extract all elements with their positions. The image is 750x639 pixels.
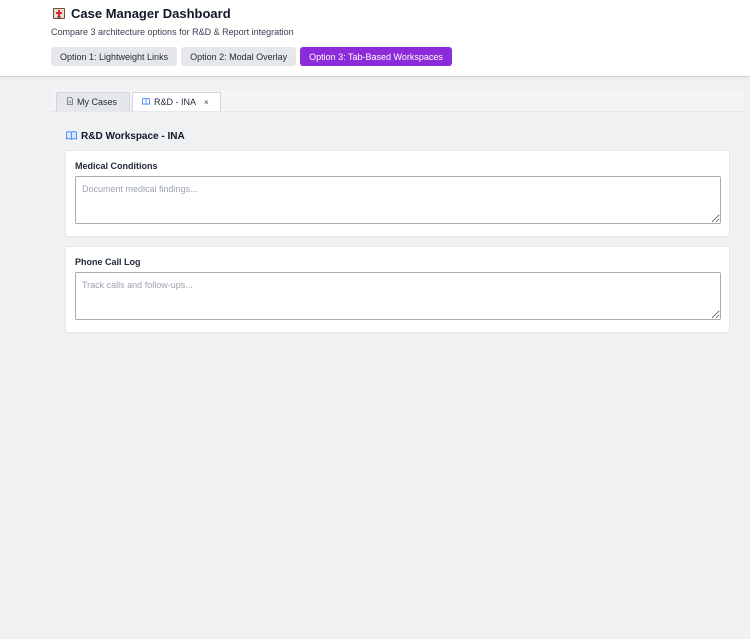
phone-call-log-label: Phone Call Log [75, 257, 141, 267]
book-icon [142, 97, 150, 107]
tab-rd-ina[interactable]: R&D - INA × [132, 92, 221, 111]
page-subtitle: Compare 3 architecture options for R&D &… [51, 27, 294, 37]
tab-my-cases-label: My Cases [77, 97, 118, 107]
tab-rd-ina-label: R&D - INA [154, 97, 197, 107]
tab-my-cases[interactable]: My Cases [56, 92, 130, 111]
page-title: Case Manager Dashboard [71, 5, 231, 21]
option-3-button[interactable]: Option 3: Tab-Based Workspaces [300, 47, 452, 66]
workspace-tab-bar: My Cases R&D - INA × [51, 90, 744, 112]
workspace-title: R&D Workspace - INA [81, 130, 185, 142]
option-1-button[interactable]: Option 1: Lightweight Links [51, 47, 178, 66]
medical-conditions-input[interactable] [75, 176, 721, 224]
workspace-heading: R&D Workspace - INA [66, 127, 185, 145]
medical-conditions-card: Medical Conditions [65, 150, 730, 237]
document-icon [67, 97, 73, 107]
app-header: Case Manager Dashboard Compare 3 archite… [0, 0, 750, 77]
title-row: Case Manager Dashboard [52, 5, 231, 21]
architecture-options: Option 1: Lightweight Links Option 2: Mo… [51, 47, 452, 66]
book-icon [66, 127, 77, 145]
option-2-button[interactable]: Option 2: Modal Overlay [181, 47, 297, 66]
hospital-icon [52, 6, 66, 20]
phone-call-log-input[interactable] [75, 272, 721, 320]
close-icon[interactable]: × [204, 98, 209, 107]
phone-call-log-card: Phone Call Log [65, 246, 730, 333]
medical-conditions-label: Medical Conditions [75, 161, 158, 171]
